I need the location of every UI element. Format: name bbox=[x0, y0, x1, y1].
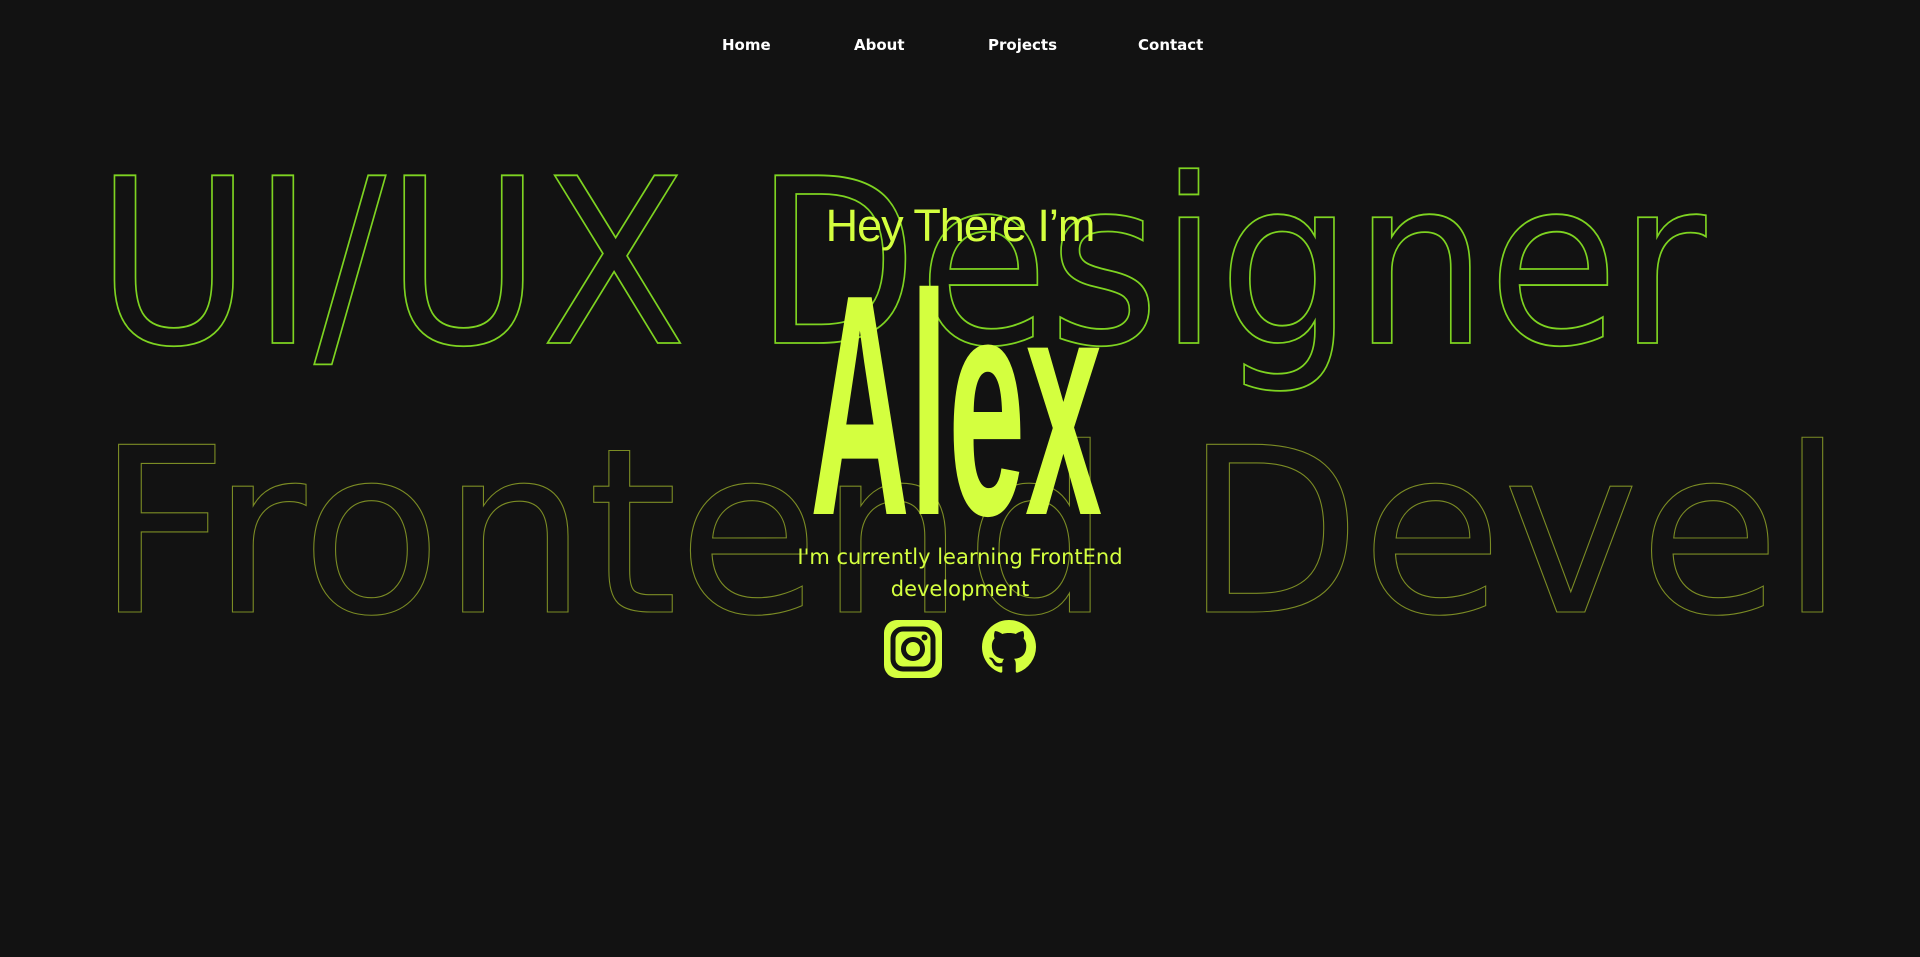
github-icon bbox=[982, 620, 1036, 673]
hero-tagline: I'm currently learning FrontEnd developm… bbox=[797, 545, 1123, 601]
instagram-icon bbox=[884, 620, 942, 678]
github-link[interactable] bbox=[982, 620, 1036, 679]
hero-section: Hey There I’m Alex I'm currently learnin… bbox=[0, 0, 1920, 957]
social-links bbox=[0, 620, 1920, 680]
hero-name-svg: Alex bbox=[810, 258, 1103, 520]
instagram-link[interactable] bbox=[884, 620, 942, 683]
hero-name: Alex bbox=[810, 258, 1103, 520]
hero-greeting: Hey There I’m bbox=[825, 200, 1096, 251]
